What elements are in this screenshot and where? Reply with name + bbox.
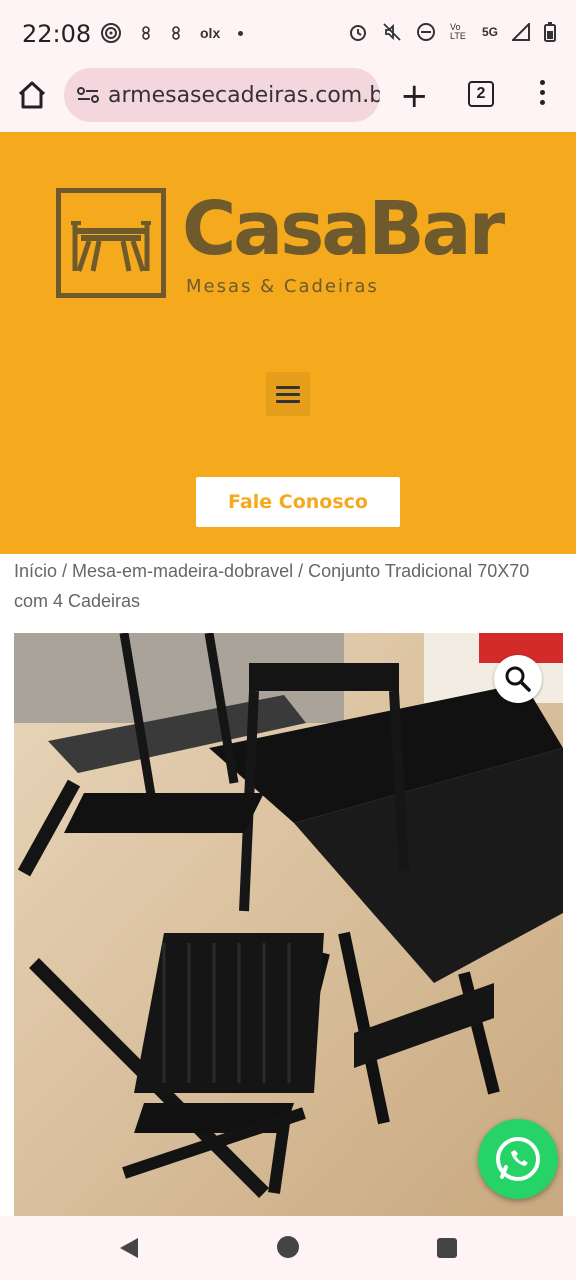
hamburger-icon <box>276 385 300 389</box>
network-type: 5G <box>481 25 498 39</box>
url-text: armesasecadeiras.com.br <box>108 82 380 108</box>
app-icon-1 <box>142 26 150 40</box>
volte-icon: Vo LTE <box>449 22 466 41</box>
brand-name[interactable]: CasaBar <box>182 186 505 272</box>
recents-nav-button[interactable] <box>437 1238 457 1258</box>
breadcrumb[interactable]: Início / Mesa-em-madeira-dobravel / Conj… <box>14 556 554 616</box>
status-left-icons: olx <box>100 22 244 44</box>
site-settings-icon[interactable] <box>76 85 100 105</box>
home-nav-button[interactable] <box>277 1236 299 1258</box>
new-tab-button[interactable]: + <box>400 76 429 116</box>
olx-icon: olx <box>200 25 221 41</box>
contact-button[interactable]: Fale Conosco <box>196 477 400 527</box>
mute-icon <box>383 23 401 41</box>
zoom-button[interactable] <box>494 655 542 703</box>
wifi-calling-icon <box>101 23 121 43</box>
hamburger-menu-button[interactable] <box>266 372 310 416</box>
status-bar: 22:08 olx Vo LTE 5G <box>0 0 576 66</box>
tab-switcher-button[interactable]: 2 <box>468 81 494 107</box>
address-bar[interactable]: armesasecadeiras.com.br <box>64 68 380 122</box>
whatsapp-button[interactable] <box>478 1119 558 1199</box>
signal-icon <box>512 23 530 41</box>
dnd-icon <box>416 23 435 41</box>
app-icon-2 <box>172 26 180 40</box>
alarm-icon <box>349 25 366 41</box>
dot-icon <box>238 30 244 36</box>
brand-tagline: Mesas & Cadeiras <box>186 276 379 297</box>
search-icon <box>505 666 531 692</box>
whatsapp-icon <box>496 1137 540 1181</box>
table-chairs-icon <box>71 221 151 272</box>
back-icon[interactable] <box>118 1236 140 1260</box>
status-time: 22:08 <box>22 20 92 48</box>
status-right-icons: Vo LTE 5G <box>348 22 556 42</box>
browser-menu-button[interactable] <box>540 80 548 110</box>
battery-icon <box>544 22 556 42</box>
home-icon[interactable] <box>16 80 48 110</box>
logo-mark[interactable] <box>56 188 166 298</box>
